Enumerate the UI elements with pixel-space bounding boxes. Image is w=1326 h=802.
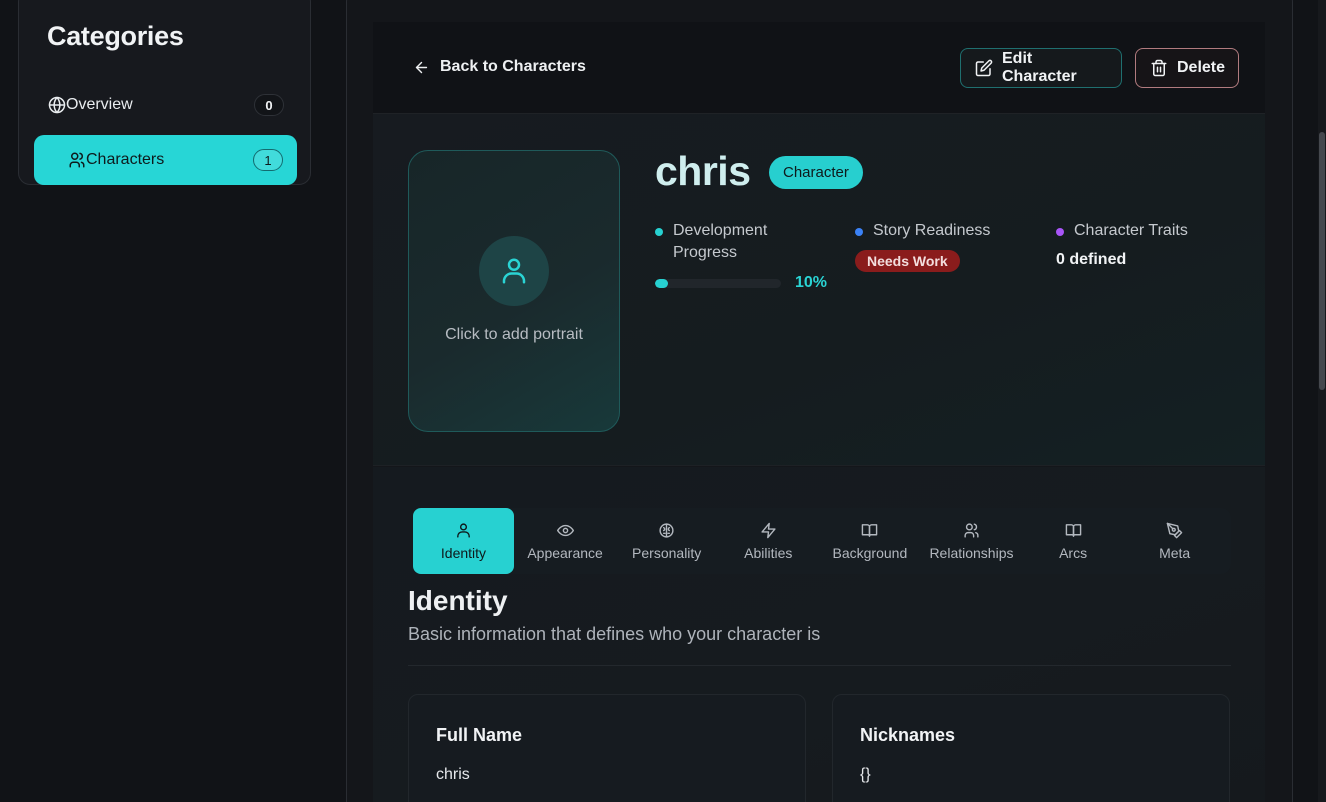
- stat-label: Story Readiness: [873, 222, 991, 239]
- tab-label: Relationships: [929, 544, 1014, 561]
- section-title: Identity: [408, 585, 508, 616]
- portrait-placeholder: [479, 236, 549, 306]
- field-value: {}: [860, 766, 871, 783]
- tab-appearance[interactable]: Appearance: [515, 508, 616, 574]
- character-details: Identity Appearance Personality Abilitie…: [373, 467, 1265, 802]
- stat-label: Development Progress: [673, 222, 768, 261]
- tab-label: Meta: [1159, 544, 1191, 561]
- users-icon: [963, 522, 980, 539]
- delete-button[interactable]: Delete: [1135, 48, 1239, 88]
- full-name-field[interactable]: Full Name chris: [408, 694, 806, 802]
- arrow-left-icon: [413, 59, 430, 76]
- tab-meta[interactable]: Meta: [1124, 508, 1225, 574]
- story-readiness-stat: Story Readiness Needs Work: [855, 220, 1035, 272]
- character-hero: Click to add portrait chris Character De…: [373, 114, 1265, 466]
- scrollbar-thumb[interactable]: [1319, 132, 1325, 390]
- back-label: Back to Characters: [440, 58, 586, 75]
- tab-arcs[interactable]: Arcs: [1023, 508, 1124, 574]
- bolt-icon: [760, 522, 777, 539]
- count-badge: 0: [254, 94, 284, 116]
- field-label: Nicknames: [860, 725, 956, 745]
- categories-sidebar: Categories Overview 0 Characters 1: [18, 0, 311, 185]
- status-dot: [1056, 228, 1064, 236]
- status-dot: [855, 228, 863, 236]
- tab-label: Arcs: [1059, 544, 1088, 561]
- progress-fill: [655, 278, 668, 288]
- tab-label: Personality: [632, 544, 702, 561]
- progress-value: 10%: [795, 274, 828, 291]
- character-header-bar: Back to Characters Edit Character Delete: [373, 22, 1265, 114]
- tab-personality[interactable]: Personality: [616, 508, 717, 574]
- page-scrollbar[interactable]: [1318, 0, 1326, 802]
- tab-background[interactable]: Background: [819, 508, 920, 574]
- status-dot: [655, 228, 663, 236]
- portrait-prompt: Click to add portrait: [445, 326, 583, 343]
- edit-character-button[interactable]: Edit Character: [960, 48, 1122, 88]
- sidebar-item-characters[interactable]: Characters 1: [34, 135, 297, 185]
- tab-relationships[interactable]: Relationships: [921, 508, 1022, 574]
- back-to-characters-link[interactable]: Back to Characters: [413, 58, 586, 76]
- tab-label: Abilities: [744, 544, 793, 561]
- character-name: chris: [655, 148, 751, 194]
- stat-label: Character Traits: [1074, 222, 1188, 239]
- sidebar-item-label: Characters: [86, 151, 165, 168]
- edit-label: Edit Character: [1002, 50, 1077, 85]
- divider: [408, 665, 1231, 666]
- tab-label: Identity: [440, 544, 487, 561]
- nicknames-field[interactable]: Nicknames {}: [832, 694, 1230, 802]
- development-progress-stat: Development Progress 10%: [655, 220, 835, 292]
- sidebar-item-overview[interactable]: Overview 0: [34, 80, 297, 130]
- character-traits-stat: Character Traits 0 defined: [1056, 220, 1246, 269]
- tab-identity[interactable]: Identity: [413, 508, 514, 574]
- sidebar-title: Categories: [47, 21, 184, 51]
- globe-icon: [48, 96, 66, 114]
- book-open-icon: [1065, 522, 1082, 539]
- portrait-upload[interactable]: Click to add portrait: [408, 150, 620, 432]
- users-icon: [68, 151, 86, 169]
- count-badge: 1: [253, 149, 283, 171]
- traits-count: 0 defined: [1056, 251, 1127, 268]
- pen-icon: [1166, 522, 1183, 539]
- brain-icon: [658, 522, 675, 539]
- section-description: Basic information that defines who your …: [408, 624, 821, 644]
- user-icon: [499, 256, 529, 286]
- tab-abilities[interactable]: Abilities: [718, 508, 819, 574]
- eye-icon: [556, 522, 574, 539]
- progress-bar: [655, 278, 781, 288]
- tab-label: Background: [832, 544, 908, 561]
- user-icon: [455, 522, 472, 539]
- status-badge: Needs Work: [855, 250, 960, 272]
- field-value: chris: [436, 766, 470, 783]
- character-type-badge: Character: [769, 156, 863, 189]
- book-icon: [861, 522, 878, 539]
- detail-tabs: Identity Appearance Personality Abilitie…: [413, 508, 1231, 574]
- trash-icon: [1150, 59, 1168, 77]
- delete-label: Delete: [1177, 59, 1226, 76]
- edit-icon: [975, 59, 993, 77]
- sidebar-item-label: Overview: [66, 96, 133, 113]
- field-label: Full Name: [436, 725, 523, 745]
- tab-label: Appearance: [527, 544, 603, 561]
